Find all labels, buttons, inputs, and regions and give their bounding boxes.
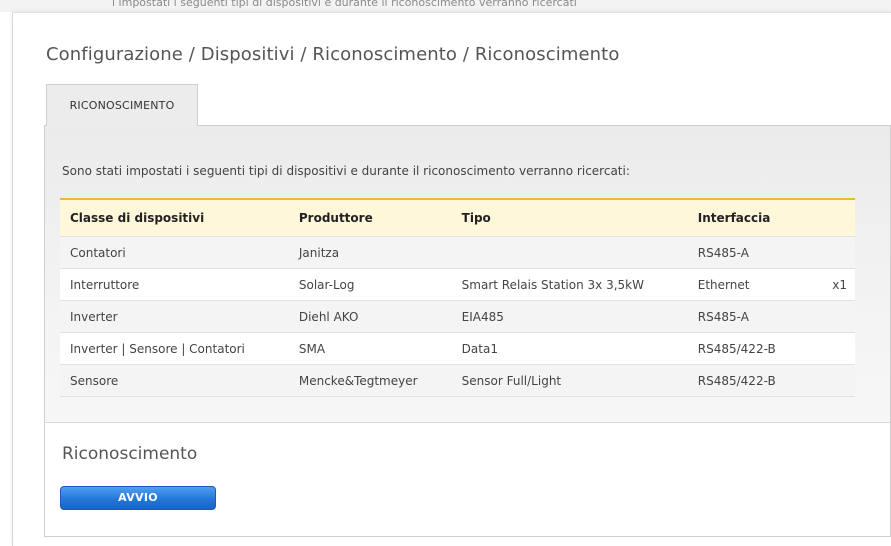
cell-interface: Ethernet — [687, 268, 814, 301]
devices-table: Classe di dispositivi Produttore Tipo In… — [60, 198, 855, 397]
table-row: Sensore Mencke&Tegtmeyer Sensor Full/Lig… — [60, 364, 855, 397]
cell-manufacturer: Janitza — [288, 236, 452, 269]
cell-type: EIA485 — [451, 300, 688, 333]
cell-type: Data1 — [451, 332, 688, 365]
section-title: Riconoscimento — [62, 444, 198, 464]
top-strip: i impostati i seguenti tipi di dispositi… — [0, 0, 891, 12]
cell-count — [813, 332, 855, 365]
cell-manufacturer: Diehl AKO — [288, 300, 452, 333]
start-button[interactable]: AVVIO — [60, 486, 216, 510]
cell-interface: RS485/422-B — [687, 364, 814, 397]
tab-content: Sono stati impostati i seguenti tipi di … — [44, 125, 891, 537]
cell-class: Inverter | Sensore | Contatori — [60, 332, 289, 365]
tab-riconoscimento[interactable]: RICONOSCIMENTO — [46, 84, 198, 126]
cell-class: Sensore — [60, 364, 289, 397]
table-row: Inverter | Sensore | Contatori SMA Data1… — [60, 332, 855, 365]
cell-class: Interruttore — [60, 268, 289, 301]
col-header-manufacturer: Produttore — [298, 211, 373, 225]
cell-manufacturer: Solar-Log — [288, 268, 452, 301]
breadcrumb: Configurazione / Dispositivi / Riconosci… — [46, 44, 620, 65]
cell-type: Smart Relais Station 3x 3,5kW — [451, 268, 688, 301]
cell-class: Inverter — [60, 300, 289, 333]
cell-count — [813, 300, 855, 333]
table-row: Inverter Diehl AKO EIA485 RS485-A — [60, 300, 855, 333]
cell-interface: RS485/422-B — [687, 332, 814, 365]
cell-type: Sensor Full/Light — [451, 364, 688, 397]
cell-interface: RS485-A — [687, 300, 814, 333]
col-header-interface: Interfaccia — [697, 211, 771, 225]
table-row: Contatori Janitza RS485-A — [60, 236, 855, 269]
cell-count — [813, 364, 855, 397]
cell-manufacturer: SMA — [288, 332, 452, 365]
table-header-row: Classe di dispositivi Produttore Tipo In… — [60, 199, 855, 237]
cell-type — [451, 236, 688, 269]
cell-interface: RS485-A — [687, 236, 814, 269]
cell-class: Contatori — [60, 236, 289, 269]
devices-section: Sono stati impostati i seguenti tipi di … — [45, 126, 890, 423]
cell-manufacturer: Mencke&Tegtmeyer — [288, 364, 452, 397]
col-header-type: Tipo — [461, 211, 491, 225]
table-row: Interruttore Solar-Log Smart Relais Stat… — [60, 268, 855, 301]
cell-count — [813, 236, 855, 269]
cropped-text: i impostati i seguenti tipi di dispositi… — [112, 0, 577, 8]
cell-count: x1 — [813, 268, 855, 301]
col-header-count — [813, 199, 855, 237]
col-header-class: Classe di dispositivi — [70, 211, 205, 225]
intro-text: Sono stati impostati i seguenti tipi di … — [62, 164, 630, 178]
